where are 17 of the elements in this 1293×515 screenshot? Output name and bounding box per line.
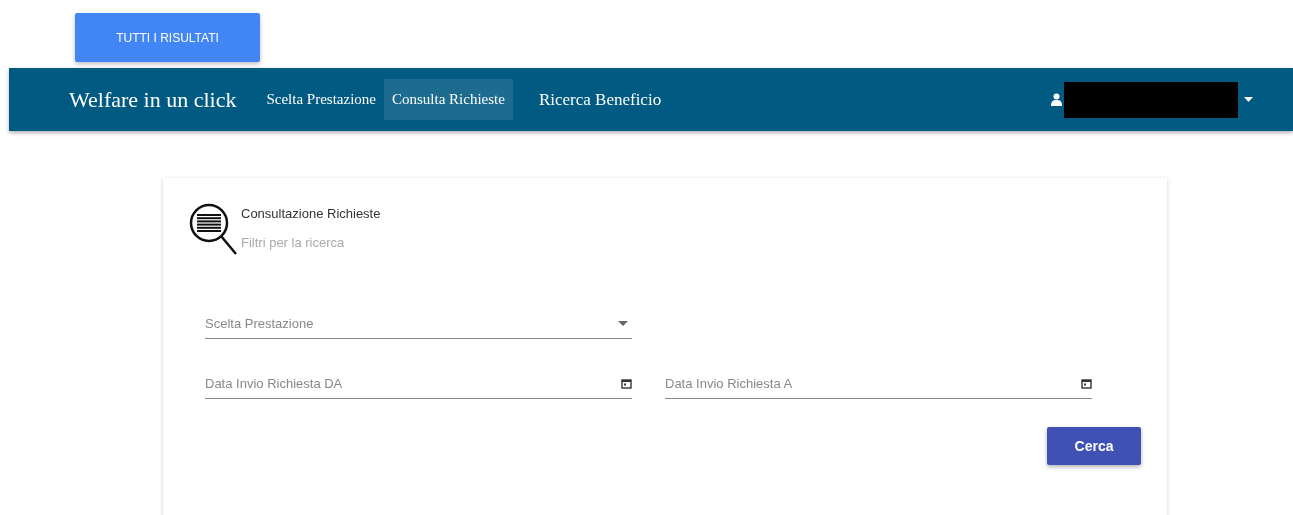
search-button[interactable]: Cerca: [1047, 427, 1141, 465]
nav-link[interactable]: Scelta Prestazione: [258, 79, 384, 120]
nav-link[interactable]: Ricerca Beneficio: [530, 77, 670, 122]
nav-link[interactable]: Consulta Richieste: [384, 79, 513, 120]
date-field[interactable]: Data Invio Richiesta DA: [205, 373, 632, 399]
card-subtitle: Filtri per la ricerca: [241, 235, 346, 250]
user-icon: [1051, 93, 1062, 106]
brand-title: Welfare in un click: [69, 86, 237, 113]
calendar-icon[interactable]: [621, 378, 632, 389]
date-field[interactable]: Data Invio Richiesta A: [665, 373, 1092, 399]
dropdown-caret-icon: [618, 321, 628, 326]
search-list-icon: [189, 202, 239, 257]
all-results-button[interactable]: TUTTI I RISULTATI: [75, 13, 260, 62]
caret-icon[interactable]: [1244, 97, 1253, 102]
card-title: Consultazione Richieste: [241, 206, 381, 221]
calendar-icon[interactable]: [1081, 378, 1092, 389]
select-field[interactable]: Scelta Prestazione: [205, 313, 632, 339]
